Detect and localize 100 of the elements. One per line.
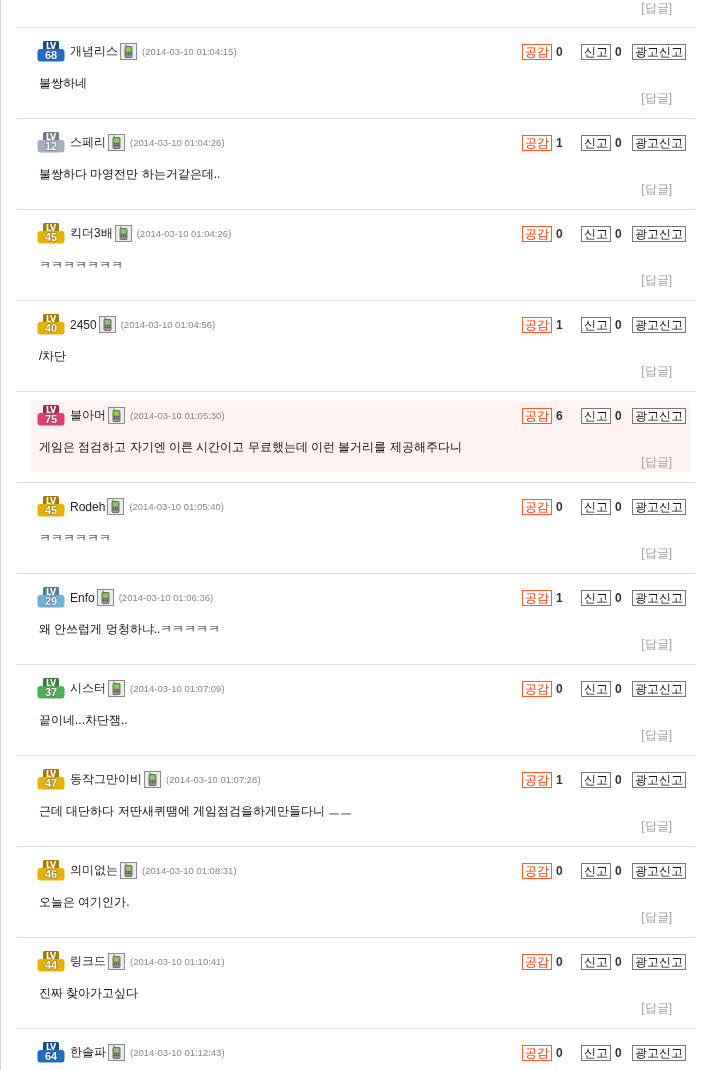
like-button[interactable]: 공감 xyxy=(522,680,552,697)
report-count: 0 xyxy=(615,226,623,241)
ad-report-button[interactable]: 광고신고 xyxy=(632,407,686,424)
comment-time: (2014-03-10 01:07:28) xyxy=(166,774,261,785)
username[interactable]: Enfo xyxy=(70,590,95,605)
ad-report-button[interactable]: 광고신고 xyxy=(632,225,686,242)
report-count: 0 xyxy=(615,317,623,332)
like-button[interactable]: 공감 xyxy=(522,498,552,515)
mobile-phone-icon xyxy=(120,862,137,879)
mobile-phone-icon xyxy=(108,134,125,151)
mobile-phone-icon xyxy=(108,407,125,424)
like-button[interactable]: 공감 xyxy=(522,134,552,151)
username[interactable]: 시스터 xyxy=(70,680,106,697)
ad-report-button[interactable]: 광고신고 xyxy=(632,862,686,879)
report-button[interactable]: 신고 xyxy=(581,953,611,970)
comment-time: (2014-03-10 01:04:26) xyxy=(136,228,232,239)
comment-text: 진짜 찾아가고싶다 xyxy=(39,985,139,1001)
report-button[interactable]: 신고 xyxy=(581,589,611,606)
report-count: 0 xyxy=(615,44,623,59)
comment-text: 끝이네...차단잼.. xyxy=(39,712,128,728)
comment-text: ㅋㅋㅋㅋㅋㅋㅋ xyxy=(39,257,123,273)
ad-report-button[interactable]: 광고신고 xyxy=(632,680,686,697)
comment-text: 오늘은 여기인가. xyxy=(39,894,130,910)
like-count: 0 xyxy=(556,499,564,514)
ad-report-button[interactable]: 광고신고 xyxy=(632,771,686,788)
mobile-phone-icon xyxy=(120,43,137,60)
comment-time: (2014-03-10 01:04:26) xyxy=(130,137,225,148)
report-button[interactable]: 신고 xyxy=(581,1044,611,1061)
report-count: 0 xyxy=(615,408,623,423)
report-button[interactable]: 신고 xyxy=(581,498,611,515)
like-button[interactable]: 공감 xyxy=(522,225,552,242)
report-count: 0 xyxy=(615,1045,623,1060)
ad-report-button[interactable]: 광고신고 xyxy=(632,589,686,606)
username[interactable]: 동작그만이비 xyxy=(70,771,142,788)
username[interactable]: 스페리 xyxy=(70,134,106,151)
ad-report-button[interactable]: 광고신고 xyxy=(632,1044,686,1061)
report-count: 0 xyxy=(615,772,623,787)
like-count: 1 xyxy=(556,317,564,332)
like-count: 0 xyxy=(556,44,564,59)
report-button[interactable]: 신고 xyxy=(581,680,611,697)
report-button[interactable]: 신고 xyxy=(581,225,611,242)
comment-time: (2014-03-10 01:05:40) xyxy=(129,501,224,512)
like-button[interactable]: 공감 xyxy=(522,43,552,60)
report-button[interactable]: 신고 xyxy=(581,316,611,333)
report-button[interactable]: 신고 xyxy=(581,43,611,60)
comment-text: /차단 xyxy=(39,348,67,364)
ad-report-button[interactable]: 광고신고 xyxy=(632,953,686,970)
mobile-phone-icon xyxy=(98,316,116,333)
like-button[interactable]: 공감 xyxy=(522,407,552,424)
like-button[interactable]: 공감 xyxy=(522,771,552,788)
report-button[interactable]: 신고 xyxy=(581,407,611,424)
report-count: 0 xyxy=(615,863,623,878)
comment-text: ㅋㅋㅋㅋㅋㅋ xyxy=(39,530,111,546)
comment-time: (2014-03-10 01:08:31) xyxy=(142,865,237,876)
like-button[interactable]: 공감 xyxy=(522,862,552,879)
ad-report-button[interactable]: 광고신고 xyxy=(632,43,686,60)
ad-report-button[interactable]: 광고신고 xyxy=(632,134,686,151)
report-count: 0 xyxy=(615,499,623,514)
report-count: 0 xyxy=(615,681,623,696)
like-count: 0 xyxy=(556,226,564,241)
report-count: 0 xyxy=(615,135,623,150)
username[interactable]: 개념리스 xyxy=(70,43,118,60)
ad-report-button[interactable]: 광고신고 xyxy=(632,316,686,333)
mobile-phone-icon xyxy=(144,771,161,788)
like-count: 6 xyxy=(556,408,564,423)
comment-time: (2014-03-10 01:04:56) xyxy=(120,319,216,330)
report-button[interactable]: 신고 xyxy=(581,862,611,879)
comment-time: (2014-03-10 01:05:30) xyxy=(130,410,225,421)
report-button[interactable]: 신고 xyxy=(581,771,611,788)
username[interactable]: 링크드 xyxy=(70,953,106,970)
like-button[interactable]: 공감 xyxy=(522,953,552,970)
username[interactable]: 킥더3배 xyxy=(70,225,113,242)
username[interactable]: 불아머 xyxy=(70,407,106,424)
like-button[interactable]: 공감 xyxy=(522,589,552,606)
comment-text: 불쌍하네 xyxy=(39,75,87,91)
like-count: 0 xyxy=(556,1045,564,1060)
comment-text: 불쌍하다 마영전만 하는거같은데.. xyxy=(39,166,221,182)
comment-time: (2014-03-10 01:10:41) xyxy=(130,956,225,967)
username[interactable]: 2450 xyxy=(70,317,97,332)
mobile-phone-icon xyxy=(108,680,125,697)
comment-time: (2014-03-10 01:07:09) xyxy=(130,683,225,694)
username[interactable]: 의미없는 xyxy=(70,862,118,879)
report-button[interactable]: 신고 xyxy=(581,134,611,151)
username[interactable]: Rodeh xyxy=(70,499,106,514)
mobile-phone-icon xyxy=(96,589,114,606)
mobile-phone-icon xyxy=(108,1044,125,1061)
like-count: 1 xyxy=(556,135,564,150)
ad-report-button[interactable]: 광고신고 xyxy=(632,498,686,515)
like-count: 0 xyxy=(556,681,564,696)
mobile-phone-icon xyxy=(108,953,125,970)
like-button[interactable]: 공감 xyxy=(522,316,552,333)
like-count: 1 xyxy=(556,590,564,605)
comment-time: (2014-03-10 01:04:15) xyxy=(142,46,237,57)
username[interactable]: 한솔파 xyxy=(70,1044,106,1061)
comment-time: (2014-03-10 01:12:43) xyxy=(130,1047,225,1058)
like-count: 1 xyxy=(556,772,564,787)
comment-text: 왜 안쓰럽게 멍청하냐..ㅋㅋㅋㅋㅋ xyxy=(39,621,221,637)
mobile-phone-icon xyxy=(114,225,132,242)
like-button[interactable]: 공감 xyxy=(522,1044,552,1061)
report-count: 0 xyxy=(615,590,623,605)
